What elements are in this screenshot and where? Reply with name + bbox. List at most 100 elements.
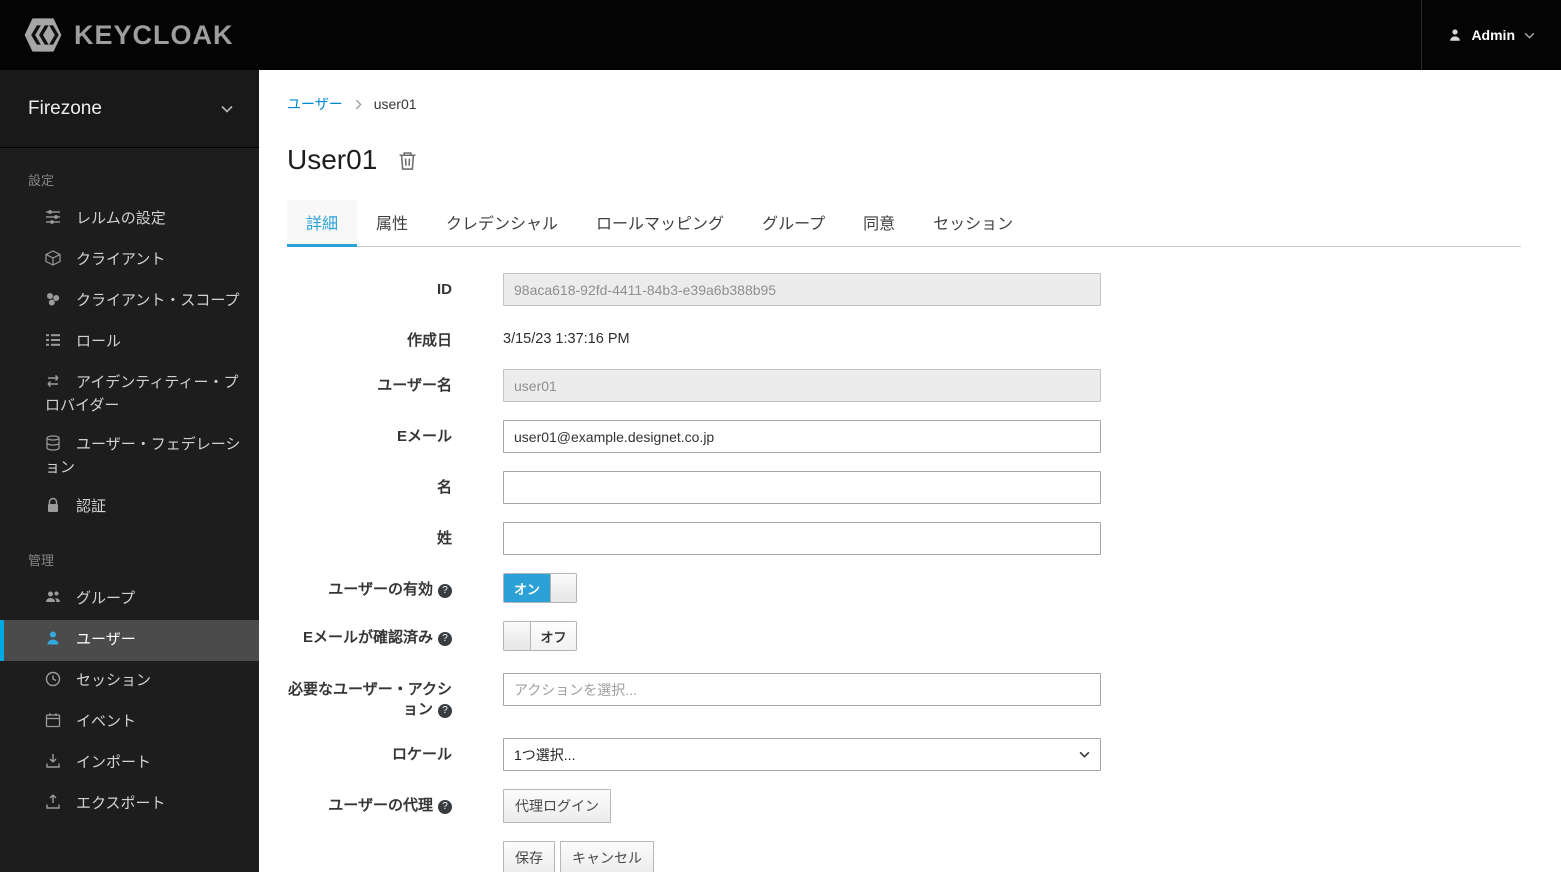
clock-icon — [45, 671, 63, 693]
id-input[interactable] — [503, 273, 1101, 306]
sidebar-item-label: インポート — [76, 754, 152, 771]
trash-icon — [397, 150, 418, 171]
first-name-row: 名 — [287, 471, 1521, 504]
realm-selector[interactable]: Firezone — [0, 70, 259, 148]
sidebar-item-label: レルムの設定 — [76, 210, 166, 227]
email-verified-toggle[interactable]: オフ — [503, 621, 577, 651]
help-icon[interactable]: ? — [438, 632, 452, 646]
toggle-on-label: オン — [504, 574, 550, 602]
first-name-input[interactable] — [503, 471, 1101, 504]
sidebar-section-manage: 管理 — [28, 553, 55, 568]
email-input[interactable] — [503, 420, 1101, 453]
calendar-icon — [45, 712, 63, 734]
help-icon[interactable]: ? — [438, 704, 452, 718]
sidebar-item-label: イベント — [76, 713, 137, 730]
help-icon[interactable]: ? — [438, 800, 452, 814]
id-label: ID — [437, 281, 452, 298]
body-row: Firezone 設定 レルムの設定 クライアント クライアント・スコープ ロー… — [0, 70, 1561, 872]
created-row: 作成日 3/15/23 1:37:16 PM — [287, 324, 1521, 351]
user-icon — [45, 630, 63, 652]
sidebar-item-import[interactable]: インポート — [0, 743, 259, 784]
actions-row: 保存 キャンセル — [287, 841, 1521, 872]
sidebar-item-client-scopes[interactable]: クライアント・スコープ — [0, 281, 259, 322]
first-name-label: 名 — [436, 479, 452, 496]
keycloak-logo-icon — [22, 14, 64, 56]
username-input[interactable] — [503, 369, 1101, 402]
impersonate-label: ユーザーの代理? — [287, 789, 452, 823]
tab-role-mappings[interactable]: ロールマッピング — [577, 200, 743, 247]
email-label: Eメール — [396, 428, 452, 445]
chevron-down-icon — [221, 105, 233, 113]
sidebar-item-events[interactable]: イベント — [0, 702, 259, 743]
tab-attributes[interactable]: 属性 — [357, 200, 427, 247]
breadcrumb: ユーザー user01 — [287, 94, 1521, 114]
sidebar-section-configure: 設定 — [28, 173, 55, 188]
username-label: ユーザー名 — [377, 377, 452, 394]
sidebar-item-label: アイデンティティー・プロバイダー — [45, 374, 239, 414]
locale-select[interactable]: 1つ選択... — [503, 738, 1101, 771]
sidebar-item-label: グループ — [76, 590, 136, 607]
cancel-button[interactable]: キャンセル — [560, 841, 654, 872]
email-verified-row: Eメールが確認済み? オフ — [287, 621, 1521, 655]
user-enabled-label: ユーザーの有効? — [287, 573, 452, 603]
user-enabled-toggle[interactable]: オン — [503, 573, 577, 603]
sidebar-item-authentication[interactable]: 認証 — [0, 487, 259, 528]
main-content: ユーザー user01 User01 詳細 属性 クレデンシャル ロールマッピン — [259, 70, 1561, 872]
last-name-input[interactable] — [503, 522, 1101, 555]
tab-sessions[interactable]: セッション — [914, 200, 1032, 247]
save-button[interactable]: 保存 — [503, 841, 555, 872]
email-row: Eメール — [287, 420, 1521, 453]
breadcrumb-users-link[interactable]: ユーザー — [287, 94, 343, 114]
sidebar: Firezone 設定 レルムの設定 クライアント クライアント・スコープ ロー… — [0, 70, 259, 872]
user-detail-form: ID 作成日 3/15/23 1:37:16 PM ユーザー名 Eメール 名 — [287, 273, 1521, 872]
required-actions-label: 必要なユーザー・アクション? — [288, 681, 452, 718]
help-icon[interactable]: ? — [438, 584, 452, 598]
required-actions-input[interactable] — [503, 673, 1101, 706]
sliders-icon — [45, 209, 63, 231]
keycloak-logo[interactable]: KEYCLOAK — [0, 14, 234, 56]
created-value: 3/15/23 1:37:16 PM — [503, 331, 630, 347]
sidebar-item-groups[interactable]: グループ — [0, 579, 259, 620]
tab-details[interactable]: 詳細 — [287, 200, 358, 247]
sidebar-item-sessions[interactable]: セッション — [0, 661, 259, 702]
created-label: 作成日 — [406, 332, 452, 349]
id-row: ID — [287, 273, 1521, 306]
sidebar-item-label: 認証 — [76, 498, 107, 515]
client-scopes-icon — [45, 291, 63, 313]
cube-icon — [45, 250, 63, 272]
sidebar-item-identity-providers[interactable]: アイデンティティー・プロバイダー — [0, 363, 259, 425]
sidebar-item-label: クライアント・スコープ — [76, 292, 240, 309]
sidebar-item-users[interactable]: ユーザー — [0, 620, 259, 661]
user-icon — [1448, 28, 1462, 42]
actions-spacer — [287, 841, 452, 872]
sidebar-item-clients[interactable]: クライアント — [0, 240, 259, 281]
import-icon — [45, 753, 63, 775]
groups-icon — [45, 589, 63, 611]
sidebar-item-roles[interactable]: ロール — [0, 322, 259, 363]
impersonate-button[interactable]: 代理ログイン — [503, 789, 611, 823]
export-icon — [45, 794, 63, 816]
sidebar-item-label: ユーザー・フェデレーション — [45, 436, 241, 476]
title-row: User01 — [287, 144, 1521, 176]
tab-groups[interactable]: グループ — [743, 200, 844, 247]
chevron-right-icon — [355, 99, 362, 110]
sidebar-item-label: ロール — [76, 333, 122, 350]
toggle-handle — [550, 574, 576, 602]
delete-user-button[interactable] — [397, 150, 418, 171]
sidebar-item-label: ユーザー — [76, 631, 136, 648]
sidebar-item-realm-settings[interactable]: レルムの設定 — [0, 199, 259, 240]
sidebar-item-user-federation[interactable]: ユーザー・フェデレーション — [0, 425, 259, 487]
sidebar-item-label: エクスポート — [76, 795, 166, 812]
chevron-down-icon — [1524, 32, 1535, 39]
locale-row: ロケール 1つ選択... — [287, 738, 1521, 771]
breadcrumb-current: user01 — [373, 96, 417, 112]
topbar: KEYCLOAK Admin — [0, 0, 1561, 70]
database-icon — [45, 435, 63, 457]
arrows-exchange-icon — [45, 373, 63, 395]
user-menu[interactable]: Admin — [1421, 0, 1561, 70]
last-name-label: 姓 — [436, 530, 452, 547]
tab-consents[interactable]: 同意 — [844, 200, 914, 247]
realm-name: Firezone — [28, 97, 102, 119]
sidebar-item-export[interactable]: エクスポート — [0, 784, 259, 825]
tab-credentials[interactable]: クレデンシャル — [427, 200, 577, 247]
